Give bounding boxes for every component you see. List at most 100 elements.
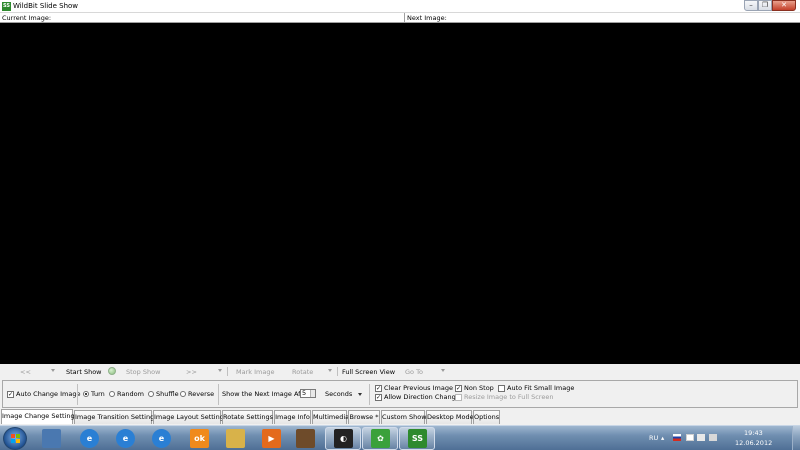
minimize-button[interactable]: – bbox=[744, 0, 758, 11]
go-to-button[interactable]: Go To bbox=[405, 368, 423, 376]
volume-icon[interactable] bbox=[709, 434, 717, 441]
radio-dot bbox=[83, 391, 89, 397]
tab-browse[interactable]: Browse * bbox=[348, 410, 380, 424]
panel-separator bbox=[218, 384, 219, 405]
internet-explorer-icon[interactable]: e bbox=[80, 429, 99, 448]
rotate-button[interactable]: Rotate bbox=[292, 368, 313, 376]
restore-button[interactable]: ❐ bbox=[758, 0, 772, 11]
image-header: Current Image: Next Image: bbox=[0, 13, 800, 23]
checkbox-box bbox=[375, 384, 382, 392]
interval-unit-select[interactable]: Seconds bbox=[325, 390, 363, 398]
media-player-icon[interactable]: ▶ bbox=[262, 429, 281, 448]
reverse-radio[interactable]: Reverse bbox=[180, 390, 214, 398]
previous-button[interactable]: << bbox=[20, 368, 31, 376]
tab-image-change-settings[interactable]: Image Change Settings bbox=[1, 409, 78, 424]
tab-image-info[interactable]: Image Info bbox=[274, 410, 311, 424]
internet-explorer-icon[interactable]: e bbox=[116, 429, 135, 448]
close-button[interactable]: ✕ bbox=[772, 0, 796, 11]
start-show-button[interactable]: Start Show bbox=[66, 368, 101, 376]
resize-image-full-screen-checkbox[interactable]: Resize Image to Full Screen bbox=[455, 393, 553, 401]
checkbox-box bbox=[375, 393, 382, 401]
tab-options[interactable]: Options bbox=[473, 410, 500, 424]
windows-logo-icon bbox=[11, 434, 20, 443]
toolbar-separator bbox=[337, 367, 338, 376]
interval-input[interactable]: 5 bbox=[300, 389, 316, 398]
next-button[interactable]: >> bbox=[186, 368, 197, 376]
taskbar-button-icq[interactable]: ✿ bbox=[362, 427, 398, 450]
clock-time[interactable]: 19:43 bbox=[744, 429, 763, 437]
go-to-dropdown-arrow-icon[interactable] bbox=[441, 369, 445, 372]
current-image-label: Current Image: bbox=[2, 14, 52, 22]
auto-fit-small-image-checkbox[interactable]: Auto Fit Small Image bbox=[498, 384, 574, 392]
icq-icon: ✿ bbox=[371, 429, 390, 448]
tray-expand-icon[interactable]: ▴ bbox=[661, 434, 664, 442]
spinner-arrows-icon[interactable] bbox=[310, 390, 315, 397]
full-screen-view-button[interactable]: Full Screen View bbox=[342, 368, 395, 376]
russian-flag-icon[interactable] bbox=[673, 434, 681, 441]
toolbar-separator bbox=[227, 367, 228, 376]
start-button[interactable] bbox=[3, 427, 27, 450]
stop-show-button[interactable]: Stop Show bbox=[126, 368, 160, 376]
chevron-down-icon bbox=[358, 392, 363, 396]
previous-dropdown-arrow-icon[interactable] bbox=[51, 369, 55, 372]
tab-custom-show[interactable]: Custom Show bbox=[381, 410, 427, 424]
tab-image-layout-settings[interactable]: Image Layout Settings bbox=[153, 410, 227, 424]
checkbox-box bbox=[455, 393, 462, 401]
title-bar: SS WildBit Slide Show – ❐ ✕ bbox=[0, 0, 800, 13]
radio-dot bbox=[109, 391, 115, 397]
slideshow-app-icon: SS bbox=[408, 429, 427, 448]
radio-label: Reverse bbox=[188, 390, 215, 398]
media-app-icon: ◐ bbox=[334, 429, 353, 448]
internet-explorer-icon[interactable]: e bbox=[152, 429, 171, 448]
tab-desktop-mode[interactable]: Desktop Mode bbox=[426, 410, 474, 424]
guitar-app-icon[interactable] bbox=[296, 429, 315, 448]
checkbox-label: Auto Fit Small Image bbox=[507, 384, 575, 392]
checkbox-label: Clear Previous Image bbox=[384, 384, 453, 392]
taskbar-button-slideshow[interactable]: SS bbox=[399, 427, 435, 450]
network-icon[interactable] bbox=[697, 434, 705, 441]
windows-explorer-icon[interactable] bbox=[42, 429, 61, 448]
window-controls: – ❐ ✕ bbox=[744, 0, 796, 11]
checkbox-box bbox=[455, 384, 462, 392]
checkbox-box bbox=[7, 390, 14, 398]
next-dropdown-arrow-icon[interactable] bbox=[218, 369, 222, 372]
window-title: WildBit Slide Show bbox=[13, 2, 79, 10]
tab-multimedia[interactable]: Multimedia bbox=[312, 410, 349, 424]
checkbox-label: Auto Change Image bbox=[16, 390, 81, 398]
checkbox-label: Resize Image to Full Screen bbox=[464, 393, 554, 401]
clock-date[interactable]: 12.06.2012 bbox=[735, 439, 772, 447]
random-radio[interactable]: Random bbox=[109, 390, 144, 398]
interval-unit-value: Seconds bbox=[325, 390, 353, 398]
next-image-label: Next Image: bbox=[407, 14, 447, 22]
mark-image-button[interactable]: Mark Image bbox=[236, 368, 274, 376]
radio-label: Shuffle bbox=[156, 390, 179, 398]
rotate-dropdown-arrow-icon[interactable] bbox=[328, 369, 332, 372]
allow-direction-change-checkbox[interactable]: Allow Direction Change bbox=[375, 393, 460, 401]
action-center-icon[interactable] bbox=[686, 434, 694, 441]
toolbar: << Start Show Stop Show >> Mark Image Ro… bbox=[0, 365, 800, 378]
auto-change-image-checkbox[interactable]: Auto Change Image bbox=[7, 390, 80, 398]
show-desktop-button[interactable] bbox=[792, 426, 800, 450]
tab-rotate-settings[interactable]: Rotate Settings bbox=[222, 410, 273, 424]
interval-stepper[interactable]: 5 bbox=[300, 389, 316, 398]
language-indicator[interactable]: RU bbox=[649, 434, 658, 442]
odnoklassniki-icon[interactable]: ok bbox=[190, 429, 209, 448]
tab-image-transition-settings[interactable]: Image Transition Settings bbox=[74, 410, 158, 424]
radio-dot bbox=[148, 391, 154, 397]
turn-radio[interactable]: Turn bbox=[83, 390, 105, 398]
taskbar: e e e ok ▶ ◐ ✿ SS RU ▴ 19:43 12.06.2012 bbox=[0, 425, 800, 450]
non-stop-checkbox[interactable]: Non Stop bbox=[455, 384, 494, 392]
radio-dot bbox=[180, 391, 186, 397]
clear-previous-image-checkbox[interactable]: Clear Previous Image bbox=[375, 384, 453, 392]
stop-show-icon bbox=[108, 367, 116, 375]
checkbox-label: Non Stop bbox=[464, 384, 494, 392]
panel-separator bbox=[369, 384, 370, 405]
image-viewer[interactable] bbox=[0, 23, 800, 364]
shuffle-radio[interactable]: Shuffle bbox=[148, 390, 179, 398]
radio-label: Turn bbox=[91, 390, 105, 398]
file-manager-icon[interactable] bbox=[226, 429, 245, 448]
checkbox-box bbox=[498, 384, 505, 392]
checkbox-label: Allow Direction Change bbox=[384, 393, 460, 401]
taskbar-button-media-app[interactable]: ◐ bbox=[325, 427, 361, 450]
image-change-settings-panel: Auto Change Image Turn Random Shuffle Re… bbox=[2, 380, 798, 408]
